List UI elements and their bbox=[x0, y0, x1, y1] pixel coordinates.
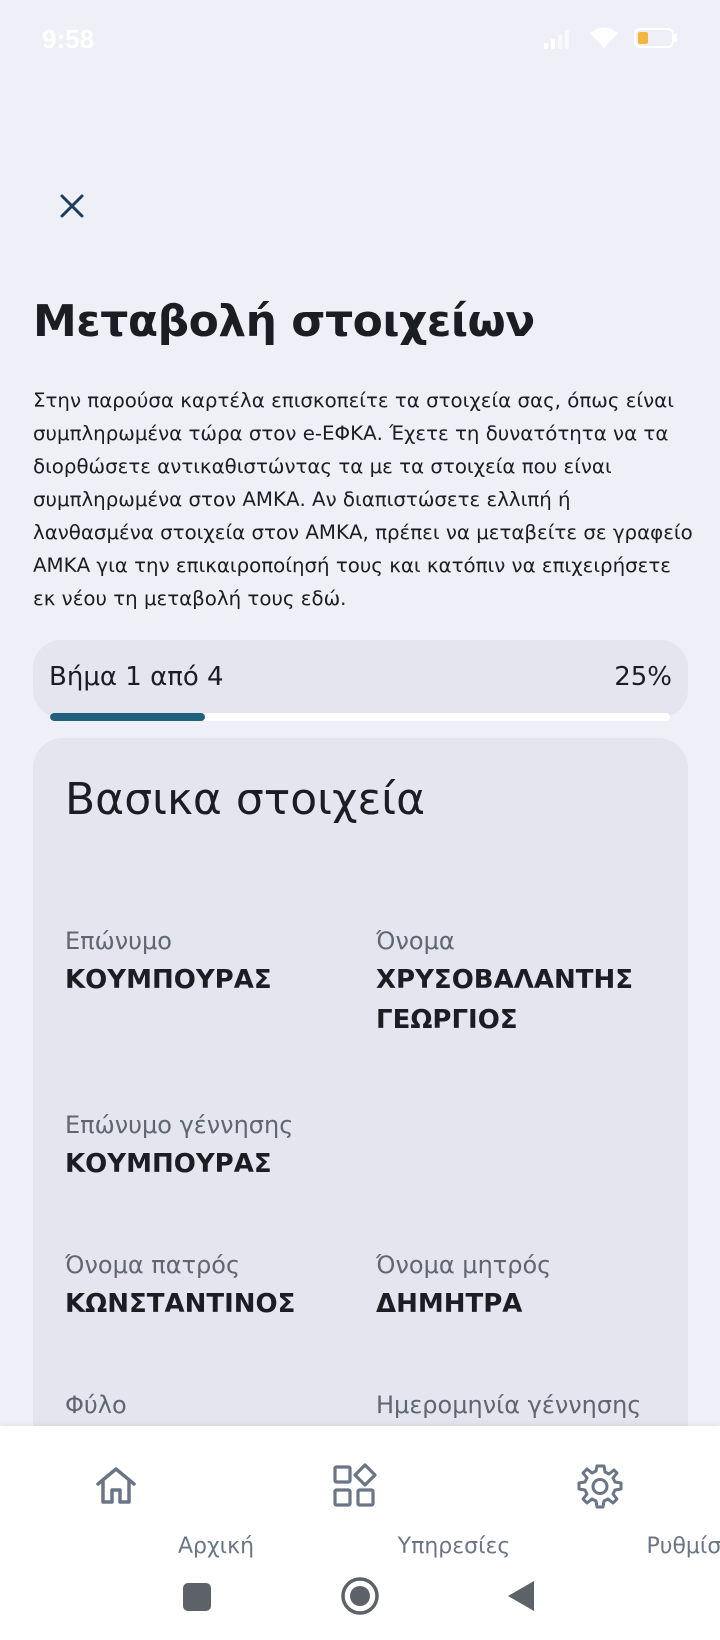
status-bar: 9:58 bbox=[0, 0, 720, 80]
status-icons bbox=[544, 26, 678, 50]
field-label: Ημερομηνία γέννησης bbox=[376, 1391, 642, 1419]
basic-info-card: Βασικα στοιχεία Επώνυμο ΚΟΥΜΠΟΥΡΑΣ Όνομα… bbox=[33, 738, 688, 1498]
wifi-icon bbox=[590, 27, 618, 48]
field-value: ΚΟΥΜΠΟΥΡΑΣ bbox=[65, 965, 272, 995]
field-father-name: Όνομα πατρός ΚΩΝΣΤΑΝΤΙΝΟΣ bbox=[65, 1248, 365, 1324]
field-label: Επώνυμο γέννησης bbox=[65, 1111, 294, 1139]
card-title: Βασικα στοιχεία bbox=[65, 774, 426, 825]
app-screen: 9:58 Μεταβολή στοιχείων Στην παρούσα καρ… bbox=[0, 0, 720, 1640]
percent-label: 25% bbox=[614, 662, 672, 692]
back-icon[interactable] bbox=[506, 1580, 536, 1612]
progress-card: Βήμα 1 από 4 25% bbox=[33, 640, 688, 721]
field-label: Όνομα bbox=[376, 927, 455, 955]
close-button[interactable] bbox=[52, 186, 92, 226]
field-surname: Επώνυμο ΚΟΥΜΠΟΥΡΑΣ bbox=[65, 924, 365, 1000]
page-title: Μεταβολή στοιχείων bbox=[33, 296, 535, 347]
field-birth-surname: Επώνυμο γέννησης ΚΟΥΜΠΟΥΡΑΣ bbox=[65, 1108, 365, 1184]
step-label: Βήμα 1 από 4 bbox=[49, 662, 224, 692]
field-value: ΚΟΥΜΠΟΥΡΑΣ bbox=[65, 1149, 272, 1179]
battery-icon bbox=[634, 28, 677, 48]
signal-icon bbox=[544, 30, 569, 49]
field-value: ΔΗΜΗΤΡΑ bbox=[376, 1289, 523, 1319]
home-icon bbox=[96, 1467, 136, 1504]
field-value: ΧΡΥΣΟΒΑΛΑΝΤΗΣ ΓΕΩΡΓΙΟΣ bbox=[376, 965, 633, 1035]
status-time: 9:58 bbox=[42, 24, 95, 54]
progress-track bbox=[50, 713, 670, 721]
nav-label: Ρυθμίσεις bbox=[646, 1534, 720, 1559]
close-icon bbox=[60, 194, 84, 218]
nav-label: Αρχική bbox=[177, 1534, 255, 1559]
field-birth-date: Ημερομηνία γέννησης bbox=[376, 1388, 676, 1422]
progress-fill bbox=[50, 713, 205, 721]
field-label: Όνομα πατρός bbox=[65, 1251, 241, 1279]
field-label: Επώνυμο bbox=[65, 927, 172, 955]
home-circle-icon[interactable] bbox=[340, 1576, 380, 1616]
field-value: ΚΩΝΣΤΑΝΤΙΝΟΣ bbox=[65, 1289, 296, 1319]
field-mother-name: Όνομα μητρός ΔΗΜΗΤΡΑ bbox=[376, 1248, 676, 1324]
system-navigation-bar bbox=[0, 1570, 720, 1620]
field-label: Φύλο bbox=[65, 1391, 127, 1419]
settings-icon bbox=[577, 1464, 623, 1509]
field-name: Όνομα ΧΡΥΣΟΒΑΛΑΝΤΗΣ ΓΕΩΡΓΙΟΣ bbox=[376, 924, 636, 1040]
intro-text: Στην παρούσα καρτέλα επισκοπείτε τα στοι… bbox=[33, 389, 693, 610]
field-gender: Φύλο bbox=[65, 1388, 365, 1422]
services-icon bbox=[333, 1463, 377, 1507]
field-label: Όνομα μητρός bbox=[376, 1251, 552, 1279]
recents-icon[interactable] bbox=[182, 1582, 212, 1612]
nav-label: Υπηρεσίες bbox=[397, 1534, 511, 1559]
